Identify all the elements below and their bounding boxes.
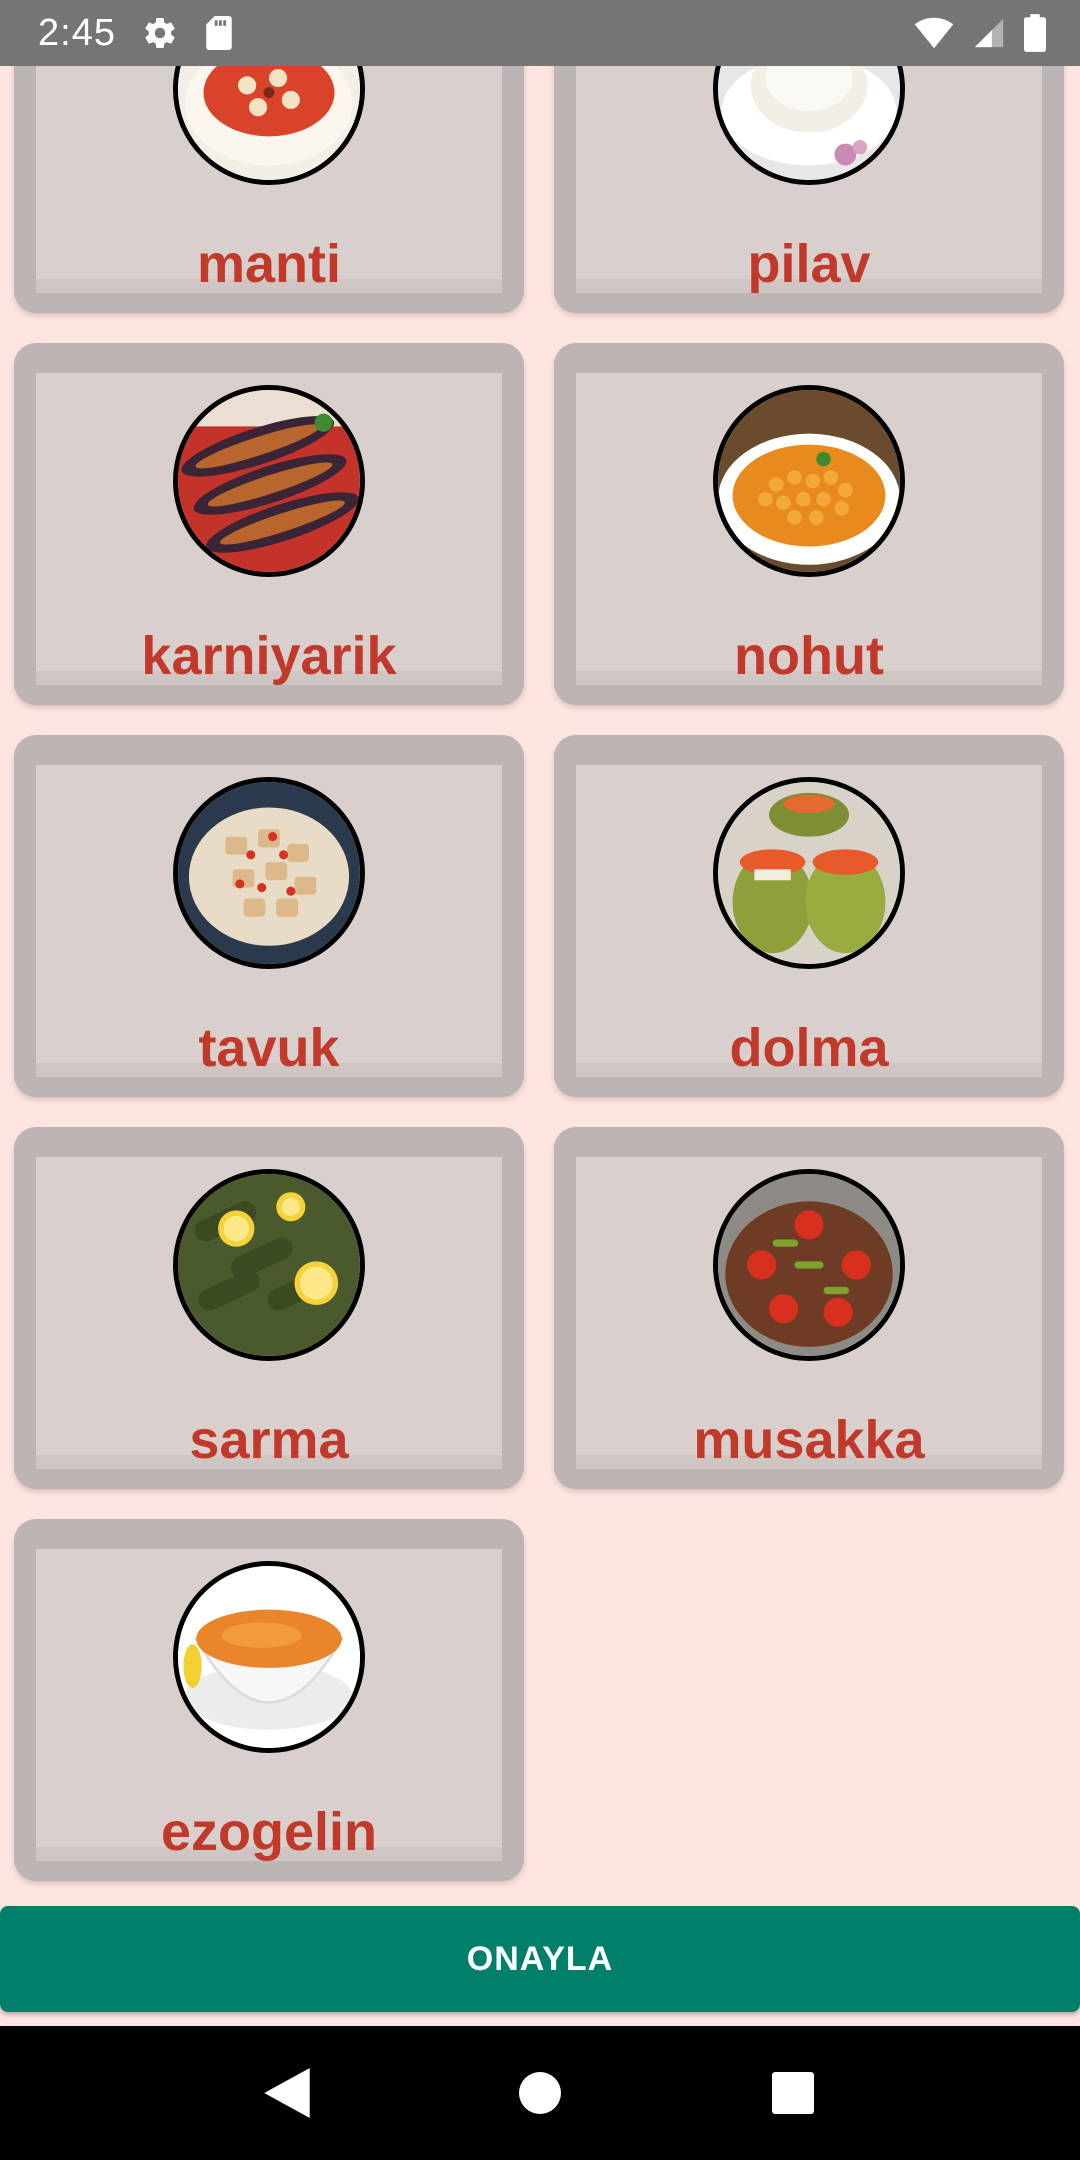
- dish-image-dolma: [713, 777, 905, 969]
- status-left: 2:45: [38, 12, 234, 55]
- dish-label: musakka: [693, 1410, 925, 1470]
- confirm-button[interactable]: ONAYLA: [0, 1906, 1080, 2012]
- status-right: [914, 14, 1046, 52]
- dish-image-musakka: [713, 1169, 905, 1361]
- card-inner: karniyarik: [36, 373, 502, 685]
- dish-label: manti: [196, 234, 342, 294]
- card-inner: manti: [36, 66, 502, 293]
- dish-image-nohut: [713, 385, 905, 577]
- status-bar: 2:45: [0, 0, 1080, 66]
- gear-icon: [142, 15, 178, 51]
- dish-grid: manti pilav karniyarik nohut tavuk dolma…: [14, 66, 1064, 1881]
- card-inner: dolma: [576, 765, 1042, 1077]
- card-inner: tavuk: [36, 765, 502, 1077]
- card-inner: ezogelin: [36, 1549, 502, 1861]
- card-inner: nohut: [576, 373, 1042, 685]
- dish-card-ezogelin[interactable]: ezogelin: [14, 1519, 524, 1881]
- card-inner: musakka: [576, 1157, 1042, 1469]
- dish-card-dolma[interactable]: dolma: [554, 735, 1064, 1097]
- dish-label: tavuk: [198, 1018, 340, 1078]
- recents-icon[interactable]: [748, 2048, 838, 2138]
- dish-label: dolma: [729, 1018, 889, 1078]
- dish-list[interactable]: manti pilav karniyarik nohut tavuk dolma…: [0, 66, 1080, 2026]
- dish-label: sarma: [189, 1410, 349, 1470]
- card-inner: pilav: [576, 66, 1042, 293]
- status-time: 2:45: [38, 11, 116, 54]
- dish-card-manti[interactable]: manti: [14, 66, 524, 313]
- dish-image-manti: [173, 66, 365, 185]
- card-inner: sarma: [36, 1157, 502, 1469]
- dish-image-sarma: [173, 1169, 365, 1361]
- signal-icon: [972, 16, 1006, 50]
- dish-label: ezogelin: [160, 1802, 378, 1862]
- home-icon[interactable]: [495, 2048, 585, 2138]
- battery-icon: [1024, 14, 1046, 52]
- dish-image-tavuk: [173, 777, 365, 969]
- dish-card-sarma[interactable]: sarma: [14, 1127, 524, 1489]
- dish-card-nohut[interactable]: nohut: [554, 343, 1064, 705]
- dish-image-karniyarik: [173, 385, 365, 577]
- navigation-bar: [0, 2026, 1080, 2160]
- dish-label: nohut: [734, 626, 884, 686]
- back-icon[interactable]: [242, 2048, 332, 2138]
- dish-image-pilav: [713, 66, 905, 185]
- sd-card-icon: [204, 16, 234, 50]
- dish-label: karniyarik: [141, 626, 397, 686]
- dish-card-musakka[interactable]: musakka: [554, 1127, 1064, 1489]
- dish-card-tavuk[interactable]: tavuk: [14, 735, 524, 1097]
- dish-label: pilav: [747, 234, 871, 294]
- wifi-icon: [914, 17, 954, 49]
- dish-card-karniyarik[interactable]: karniyarik: [14, 343, 524, 705]
- dish-image-ezogelin: [173, 1561, 365, 1753]
- dish-card-pilav[interactable]: pilav: [554, 66, 1064, 313]
